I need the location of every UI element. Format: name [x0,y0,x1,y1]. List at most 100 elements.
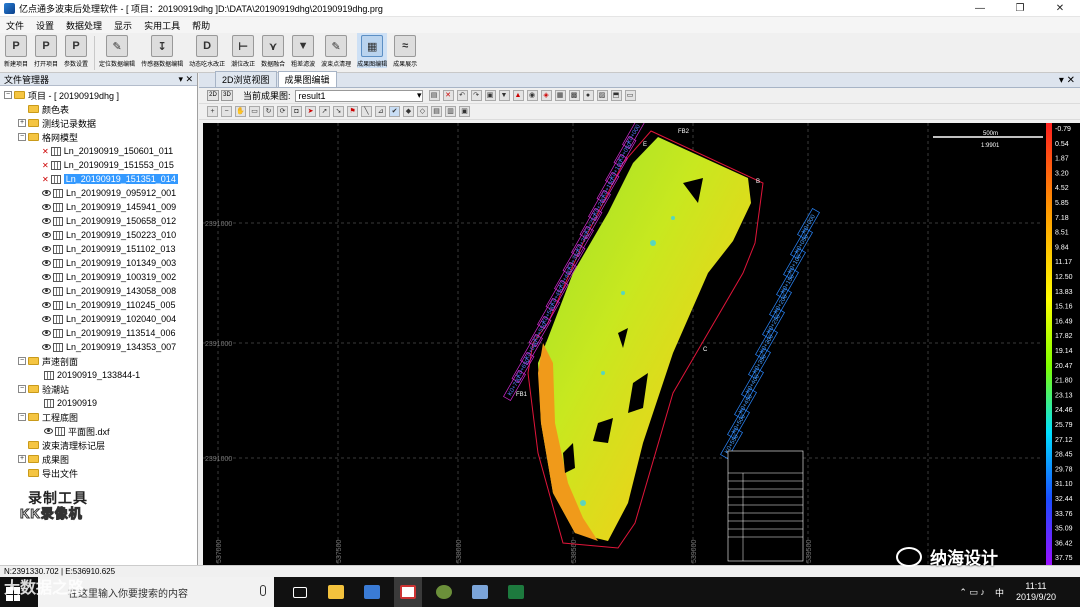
map-canvas[interactable]: 2391000 2391000 2391000 537000 537500 53… [203,123,1080,565]
draft-correction-button[interactable]: D 动态吃水改正 [189,33,225,68]
taskbar-app2[interactable] [358,577,386,607]
zoom-out-icon[interactable]: − [221,106,232,117]
tree-line-item[interactable]: Ln_20190919_113514_006 [0,326,197,340]
result-map-edit-button[interactable]: ▦ 成果图编辑 [357,33,388,68]
tree-node-sound-file[interactable]: 20190919_133844-1 [0,368,197,382]
tree-node-base-map[interactable]: − 工程底图 [0,410,197,424]
tree-line-item[interactable]: Ln_20190919_145941_009 [0,200,197,214]
tree-line-item[interactable]: Ln_20190919_110245_005 [0,298,197,312]
tree-node-sound-velocity[interactable]: − 声速剖面 [0,354,197,368]
outlier-filter-button[interactable]: ▼ 粗差滤波 [291,33,315,68]
tree-line-item[interactable]: Ln_20190919_101349_003 [0,256,197,270]
new-project-button[interactable]: P 新建项目 [4,33,28,68]
ruler-icon[interactable]: ▭ [249,106,260,117]
taskbar-app5[interactable] [466,577,494,607]
palette-icon[interactable]: ▦ [554,90,566,101]
result-display-button[interactable]: ≈ 成果展示 [393,33,417,68]
tide-correction-button[interactable]: ⊢ 潮位改正 [231,33,255,68]
close-button[interactable]: ✕ [1040,0,1080,17]
print-icon[interactable]: ▭ [624,90,636,101]
cursor-icon[interactable]: ➤ [305,106,316,117]
tree-line-item[interactable]: Ln_20190919_151102_013 [0,242,197,256]
redo-icon[interactable]: ↷ [470,90,482,101]
undo-icon[interactable]: ↶ [456,90,468,101]
delete-icon[interactable]: ✕ [442,90,454,101]
ime-indicator[interactable]: 中 [995,586,1004,599]
menu-tools[interactable]: 实用工具 [144,19,180,32]
check-icon[interactable]: ✔ [389,106,400,117]
parameter-settings-button[interactable]: P 参数设置 [64,33,88,68]
eye-icon[interactable] [42,344,51,350]
camera-icon[interactable]: ◘ [291,106,302,117]
tab-close[interactable]: ▾ ✕ [1059,75,1075,86]
eye-icon[interactable] [42,274,51,280]
save-icon[interactable]: ▣ [484,90,496,101]
eye-icon[interactable] [42,288,51,294]
measure-icon[interactable]: ⊿ [375,106,386,117]
color-icon[interactable]: ◈ [540,90,552,101]
tree-node-colortable[interactable]: 颜色表 [0,102,197,116]
menu-file[interactable]: 文件 [6,19,24,32]
zoom-in-icon[interactable]: + [207,106,218,117]
sensor-edit-button[interactable]: ↧ 传感器数据编辑 [141,33,183,68]
taskbar-app4[interactable] [430,577,458,607]
microphone-icon[interactable] [260,585,266,596]
minimize-button[interactable]: — [960,0,1000,17]
tree-line-item[interactable]: Ln_20190919_134353_007 [0,340,197,354]
tree-root[interactable]: − 项目 - [ 20190919dhg ] [0,88,197,102]
tree-line-item[interactable]: Ln_20190919_150223_010 [0,228,197,242]
menu-help[interactable]: 帮助 [192,19,210,32]
tree-line-item[interactable]: Ln_20190919_150658_012 [0,214,197,228]
color-layer-icon[interactable]: ◇ [417,106,428,117]
tab-result-edit[interactable]: 成果图编辑 [277,71,337,87]
layer-icon[interactable]: ◆ [403,106,414,117]
flag-icon[interactable]: ⚑ [347,106,358,117]
tree-line-item[interactable]: ✕ Ln_20190919_151553_015 [0,158,197,172]
eye-icon[interactable] [42,218,51,224]
line-icon[interactable]: ╲ [361,106,372,117]
beam-clean-button[interactable]: ✎ 波束点清理 [321,33,351,68]
image-icon[interactable]: ▨ [596,90,608,101]
eye-icon[interactable] [42,190,51,196]
mode-2d-button[interactable]: 2D [207,90,219,101]
hidden-icon[interactable]: ✕ [42,175,49,184]
tree-node-tide-station[interactable]: − 验潮站 [0,382,197,396]
maximize-button[interactable]: ❐ [1000,0,1040,17]
eye-icon[interactable] [42,302,51,308]
tree-node-clean-mark[interactable]: 波束清理标记层 [0,438,197,452]
eye-icon[interactable] [42,204,51,210]
tree-node-grid-model[interactable]: − 格网模型 [0,130,197,144]
tree-node-survey-lines[interactable]: + 测线记录数据 [0,116,197,130]
eye-icon[interactable] [42,260,51,266]
eye-icon[interactable] [42,316,51,322]
data-fusion-button[interactable]: ⋎ 数据融合 [261,33,285,68]
tree-line-item[interactable]: ✕ Ln_20190919_150601_011 [0,144,197,158]
taskbar-excel[interactable] [502,577,530,607]
tree-node-tide-file[interactable]: 20190919 [0,396,197,410]
pan-icon[interactable]: ✋ [235,106,246,117]
tree-line-item[interactable]: Ln_20190919_143058_008 [0,284,197,298]
mode-3d-button[interactable]: 3D [221,90,233,101]
table-icon[interactable]: ▤ [431,106,442,117]
eye-icon[interactable] [42,246,51,252]
menu-display[interactable]: 显示 [114,19,132,32]
tree-line-item[interactable]: Ln_20190919_095912_001 [0,186,197,200]
position-edit-button[interactable]: ✎ 定位数据编辑 [99,33,135,68]
arrow-icon[interactable]: ➘ [333,106,344,117]
hidden-icon[interactable]: ✕ [42,161,49,170]
task-view-button[interactable] [286,577,314,607]
tree-node-export[interactable]: 导出文件 [0,466,197,480]
taskbar-explorer[interactable] [322,577,350,607]
rotate-icon[interactable]: ↻ [263,106,274,117]
filter-icon[interactable]: ▼ [498,90,510,101]
eye-icon[interactable] [42,330,51,336]
new-icon[interactable]: ▤ [428,90,440,101]
current-result-select[interactable]: result1 ▾ [294,89,423,102]
tab-2d-view[interactable]: 2D浏览视图 [215,71,277,87]
chart-icon[interactable]: ▥ [445,106,456,117]
map-svg[interactable]: 2391000 2391000 2391000 537000 537500 53… [203,123,1080,565]
open-project-button[interactable]: P 打开项目 [34,33,58,68]
tree-line-item[interactable]: Ln_20190919_102040_004 [0,312,197,326]
tree-line-item[interactable]: ✕ Ln_20190919_151351_014 [0,172,197,186]
taskbar-postprocessor[interactable] [394,577,422,607]
